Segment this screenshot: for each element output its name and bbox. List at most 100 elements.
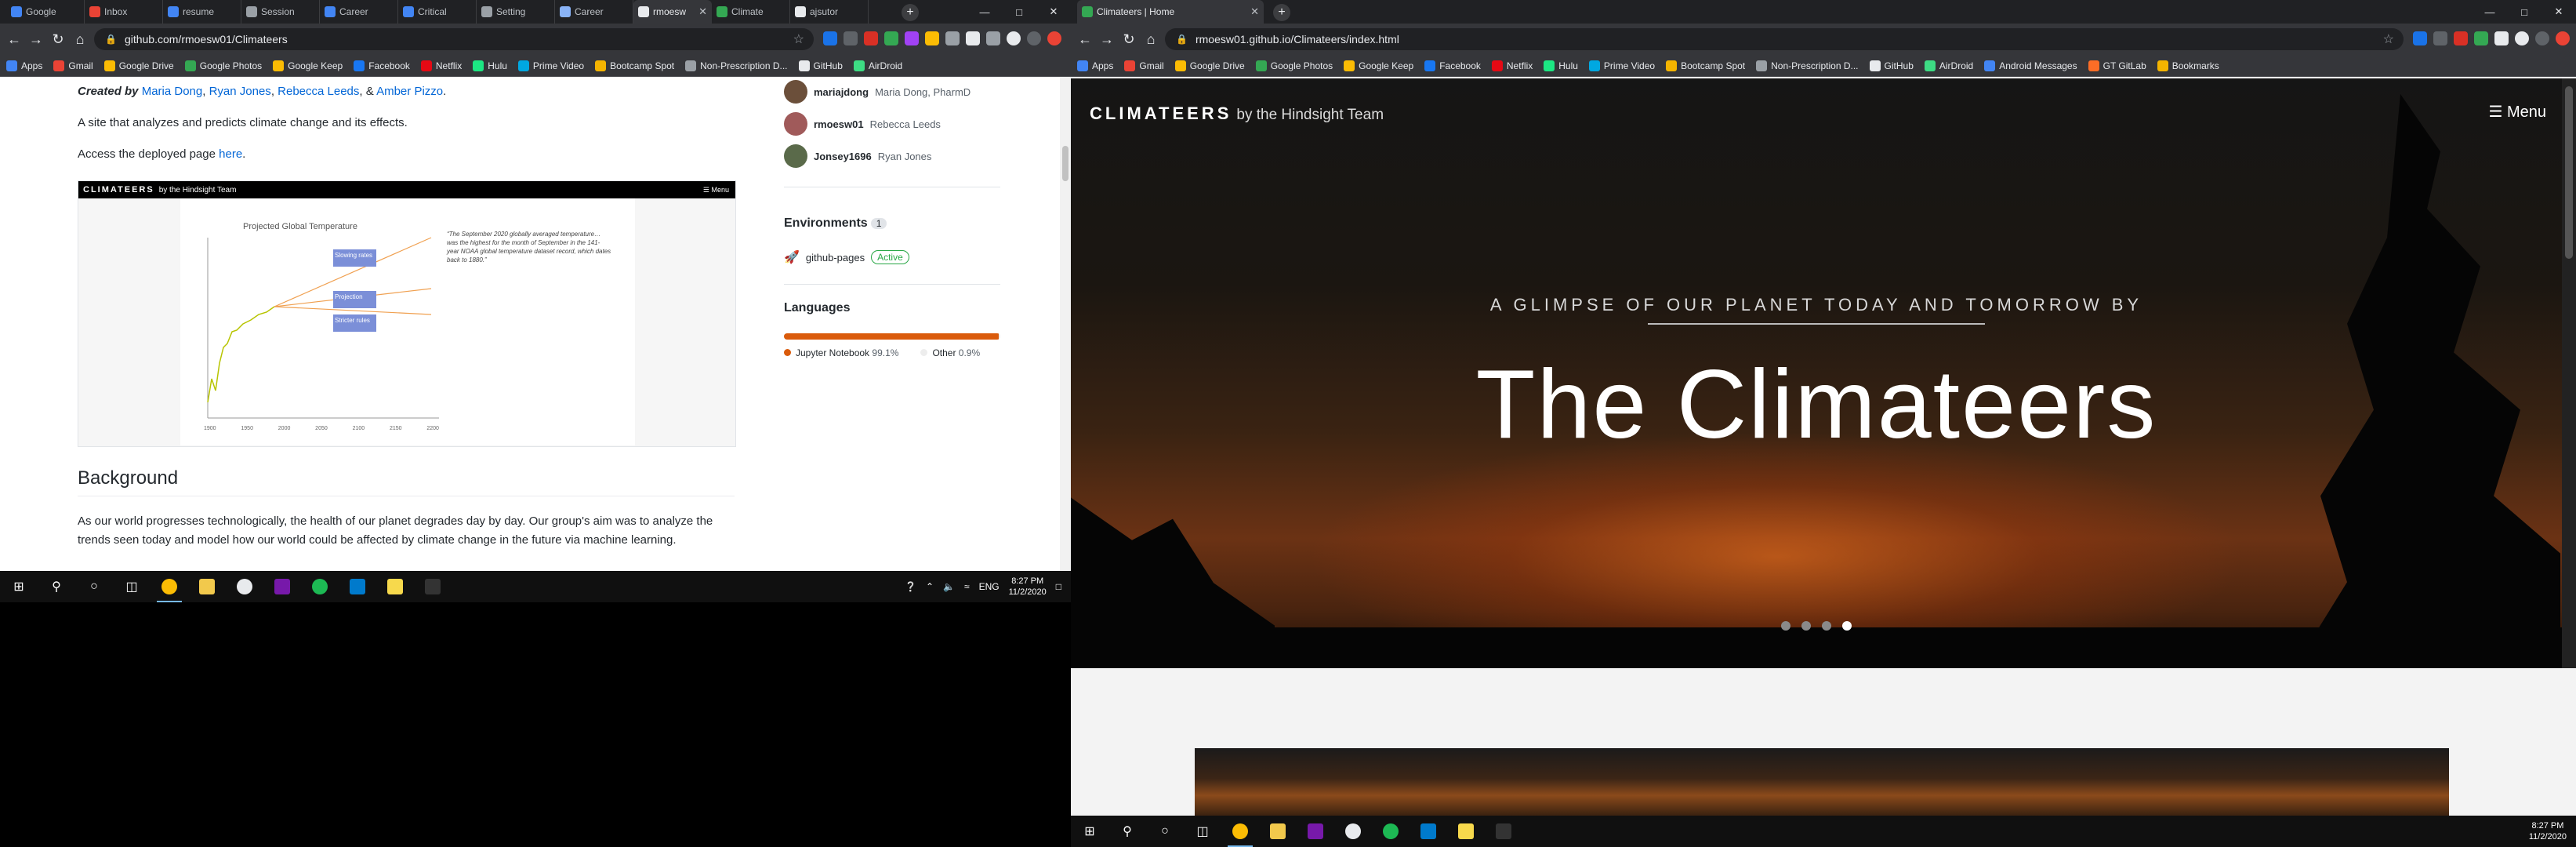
carousel-dot[interactable] [1781, 621, 1791, 631]
chrome-taskbar-icon[interactable] [151, 571, 188, 602]
tab-close-icon[interactable]: ✕ [698, 5, 707, 18]
bookmark-item[interactable]: Prime Video [517, 60, 584, 71]
bookmark-item[interactable]: GitHub [1869, 60, 1914, 71]
clock[interactable]: 8:27 PM 11/2/2020 [2529, 820, 2567, 842]
task-view-icon[interactable]: ◫ [113, 571, 151, 602]
address-bar[interactable]: 🔒 rmoesw01.github.io/Climateers/index.ht… [1165, 28, 2404, 50]
cortana-icon[interactable]: ○ [1146, 816, 1184, 847]
bookmark-item[interactable]: Apps [1077, 60, 1113, 71]
author-link-2[interactable]: Rebecca Leeds [278, 85, 359, 98]
home-icon[interactable]: ⌂ [1143, 31, 1159, 47]
browser-tab[interactable]: ajsutor [790, 0, 869, 24]
language-item[interactable]: Other 0.9% [920, 347, 980, 358]
spotify-icon[interactable] [1372, 816, 1410, 847]
bookmark-item[interactable]: Netflix [1491, 60, 1533, 71]
language-indicator[interactable]: ENG [979, 581, 1000, 592]
profile-avatar-icon[interactable] [2535, 31, 2549, 45]
carousel-dot[interactable] [1842, 621, 1852, 631]
contributor-row[interactable]: mariajdong Maria Dong, PharmD [784, 80, 971, 104]
scrollbar-thumb[interactable] [2565, 86, 2573, 259]
browser-tab[interactable]: Google [6, 0, 85, 24]
file-explorer-icon[interactable] [1259, 816, 1297, 847]
puzzle-icon[interactable] [2515, 31, 2529, 45]
scrollbar-thumb[interactable] [1062, 146, 1068, 181]
new-tab-button[interactable]: + [902, 4, 919, 21]
browser-tab[interactable]: Session [241, 0, 320, 24]
back-arrow-icon[interactable]: ← [1077, 31, 1093, 47]
bookmark-item[interactable]: Hulu [473, 60, 507, 71]
contributor-row[interactable]: Jonsey1696 Ryan Jones [784, 144, 931, 168]
author-link-1[interactable]: Ryan Jones [209, 85, 271, 98]
slack-icon[interactable] [1334, 816, 1372, 847]
back-arrow-icon[interactable]: ← [6, 31, 22, 47]
address-bar[interactable]: 🔒 github.com/rmoesw01/Climateers ☆ [94, 28, 814, 50]
search-icon[interactable]: ⚲ [1108, 816, 1146, 847]
help-icon[interactable]: ❔ [905, 581, 916, 592]
terminal-icon[interactable] [1485, 816, 1522, 847]
tab-close-icon[interactable]: ✕ [1250, 5, 1259, 18]
bookmark-item[interactable]: Apps [6, 60, 42, 71]
terminal-icon[interactable] [414, 571, 452, 602]
extension-icon[interactable] [2433, 31, 2447, 45]
extension-icon[interactable] [2474, 31, 2488, 45]
maximize-icon[interactable]: □ [1002, 0, 1036, 24]
chevron-up-icon[interactable]: ⌃ [926, 581, 934, 592]
bookmark-item[interactable]: Google Photos [1255, 60, 1333, 71]
site-brand[interactable]: CLIMATEERS by the Hindsight Team [1090, 104, 1384, 124]
here-link[interactable]: here [219, 147, 242, 161]
reload-icon[interactable]: ↻ [50, 31, 66, 47]
sticky-notes-icon[interactable] [376, 571, 414, 602]
wifi-icon[interactable]: ≈ [964, 581, 970, 592]
slack-icon[interactable] [226, 571, 263, 602]
windows-start-icon[interactable]: ⊞ [1071, 816, 1108, 847]
browser-tab[interactable]: Career [320, 0, 398, 24]
author-link-0[interactable]: Maria Dong [142, 85, 203, 98]
bookmark-item[interactable]: Google Drive [1174, 60, 1245, 71]
extension-icon[interactable] [2494, 31, 2509, 45]
notification-icon[interactable]: □ [1056, 581, 1061, 592]
bookmark-item[interactable]: Android Messages [1984, 60, 2077, 71]
onenote-icon[interactable] [1297, 816, 1334, 847]
task-view-icon[interactable]: ◫ [1184, 816, 1221, 847]
new-tab-button[interactable]: + [1273, 4, 1290, 21]
carousel-dot[interactable] [1822, 621, 1831, 631]
browser-tab[interactable]: resume [163, 0, 241, 24]
browser-tab[interactable]: Career [555, 0, 633, 24]
browser-tab[interactable]: Climate [712, 0, 790, 24]
extension-icon[interactable] [945, 31, 960, 45]
chrome-menu-icon[interactable] [1047, 31, 1061, 45]
contributor-row[interactable]: rmoesw01 Rebecca Leeds [784, 112, 941, 136]
vscode-icon[interactable] [1410, 816, 1447, 847]
bookmark-item[interactable]: Bootcamp Spot [595, 60, 674, 71]
bookmark-item[interactable]: Non-Prescription D... [1756, 60, 1859, 71]
bookmark-item[interactable]: Bootcamp Spot [1666, 60, 1745, 71]
bookmark-item[interactable]: Google Keep [1344, 60, 1413, 71]
bookmark-item[interactable]: Google Photos [184, 60, 262, 71]
volume-icon[interactable]: 🔈 [943, 581, 955, 592]
bookmark-item[interactable]: Facebook [354, 60, 410, 71]
menu-button[interactable]: ☰ Menu [2488, 102, 2546, 122]
page-scrollbar[interactable] [2562, 78, 2576, 668]
extension-icon[interactable] [823, 31, 837, 45]
bookmark-item[interactable]: Bookmarks [2157, 60, 2219, 71]
carousel-dot[interactable] [1801, 621, 1811, 631]
bookmark-item[interactable]: GT GitLab [2088, 60, 2146, 71]
onenote-icon[interactable] [263, 571, 301, 602]
extension-icon[interactable] [864, 31, 878, 45]
page-scrollbar[interactable] [1060, 77, 1071, 571]
language-item[interactable]: Jupyter Notebook 99.1% [784, 347, 898, 358]
author-link-3[interactable]: Amber Pizzo [376, 85, 443, 98]
extension-icon[interactable] [884, 31, 898, 45]
close-icon[interactable]: ✕ [1036, 0, 1071, 24]
extension-icon[interactable] [905, 31, 919, 45]
close-icon[interactable]: ✕ [2542, 0, 2576, 24]
home-icon[interactable]: ⌂ [72, 31, 88, 47]
bookmark-item[interactable]: Google Keep [273, 60, 343, 71]
environments-heading[interactable]: Environments 1 [784, 216, 887, 231]
chrome-menu-icon[interactable] [2556, 31, 2570, 45]
sticky-notes-icon[interactable] [1447, 816, 1485, 847]
extension-icon[interactable] [986, 31, 1000, 45]
bookmark-item[interactable]: Netflix [420, 60, 462, 71]
forward-arrow-icon[interactable]: → [1099, 31, 1115, 47]
extension-icon[interactable] [925, 31, 939, 45]
